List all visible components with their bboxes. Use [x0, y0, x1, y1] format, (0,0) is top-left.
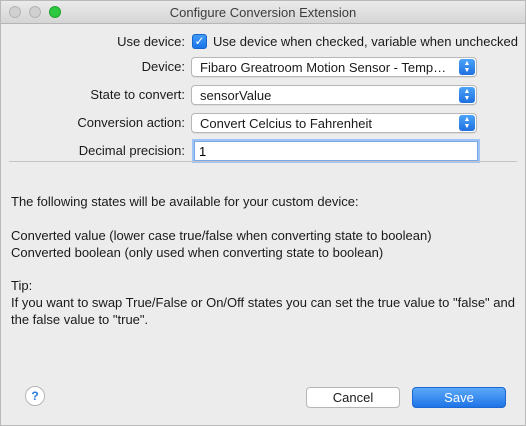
state-to-convert-row: State to convert: sensorValue ▲ ▼	[1, 84, 525, 106]
info-state-converted-value: Converted value (lower case true/false w…	[11, 228, 432, 243]
use-device-label: Use device:	[117, 34, 185, 49]
info-state-converted-boolean: Converted boolean (only used when conver…	[11, 245, 384, 260]
tip-heading: Tip:	[11, 278, 33, 293]
decimal-precision-row: Decimal precision:	[1, 140, 525, 162]
info-intro: The following states will be available f…	[11, 194, 359, 209]
save-button[interactable]: Save	[412, 387, 506, 408]
device-popup[interactable]: Fibaro Greatroom Motion Sensor - Tempera…	[191, 57, 477, 77]
device-row: Device: Fibaro Greatroom Motion Sensor -…	[1, 56, 525, 78]
conversion-action-label: Conversion action:	[77, 115, 185, 130]
checkmark-icon: ✓	[194, 34, 205, 48]
updown-chevron-icon: ▲ ▼	[459, 87, 475, 103]
state-to-convert-popup[interactable]: sensorValue ▲ ▼	[191, 85, 477, 105]
decimal-precision-label: Decimal precision:	[78, 143, 185, 158]
use-device-row: Use device: ✓ Use device when checked, v…	[1, 31, 525, 53]
cancel-button[interactable]: Cancel	[306, 387, 400, 408]
device-label: Device:	[141, 59, 185, 74]
conversion-action-popup-value: Convert Celcius to Fahrenheit	[200, 116, 372, 131]
help-button[interactable]: ?	[25, 386, 45, 406]
window-title: Configure Conversion Extension	[169, 5, 357, 20]
bottom-separator	[1, 364, 525, 365]
title-bar: Configure Conversion Extension	[1, 1, 525, 24]
decimal-precision-input[interactable]	[194, 141, 478, 161]
dialog-window: Configure Conversion Extension Use devic…	[0, 0, 526, 426]
use-device-checkbox[interactable]: ✓	[192, 34, 207, 49]
state-to-convert-popup-value: sensorValue	[200, 88, 272, 103]
conversion-action-popup[interactable]: Convert Celcius to Fahrenheit ▲ ▼	[191, 113, 477, 133]
tip-body: If you want to swap True/False or On/Off…	[11, 295, 519, 327]
updown-chevron-icon: ▲ ▼	[459, 59, 475, 75]
state-to-convert-label: State to convert:	[90, 87, 185, 102]
section-divider	[9, 161, 517, 162]
conversion-action-row: Conversion action: Convert Celcius to Fa…	[1, 112, 525, 134]
use-device-checkbox-label[interactable]: Use device when checked, variable when u…	[213, 34, 518, 49]
device-popup-value: Fibaro Greatroom Motion Sensor - Tempera…	[200, 60, 450, 75]
updown-chevron-icon: ▲ ▼	[459, 115, 475, 131]
